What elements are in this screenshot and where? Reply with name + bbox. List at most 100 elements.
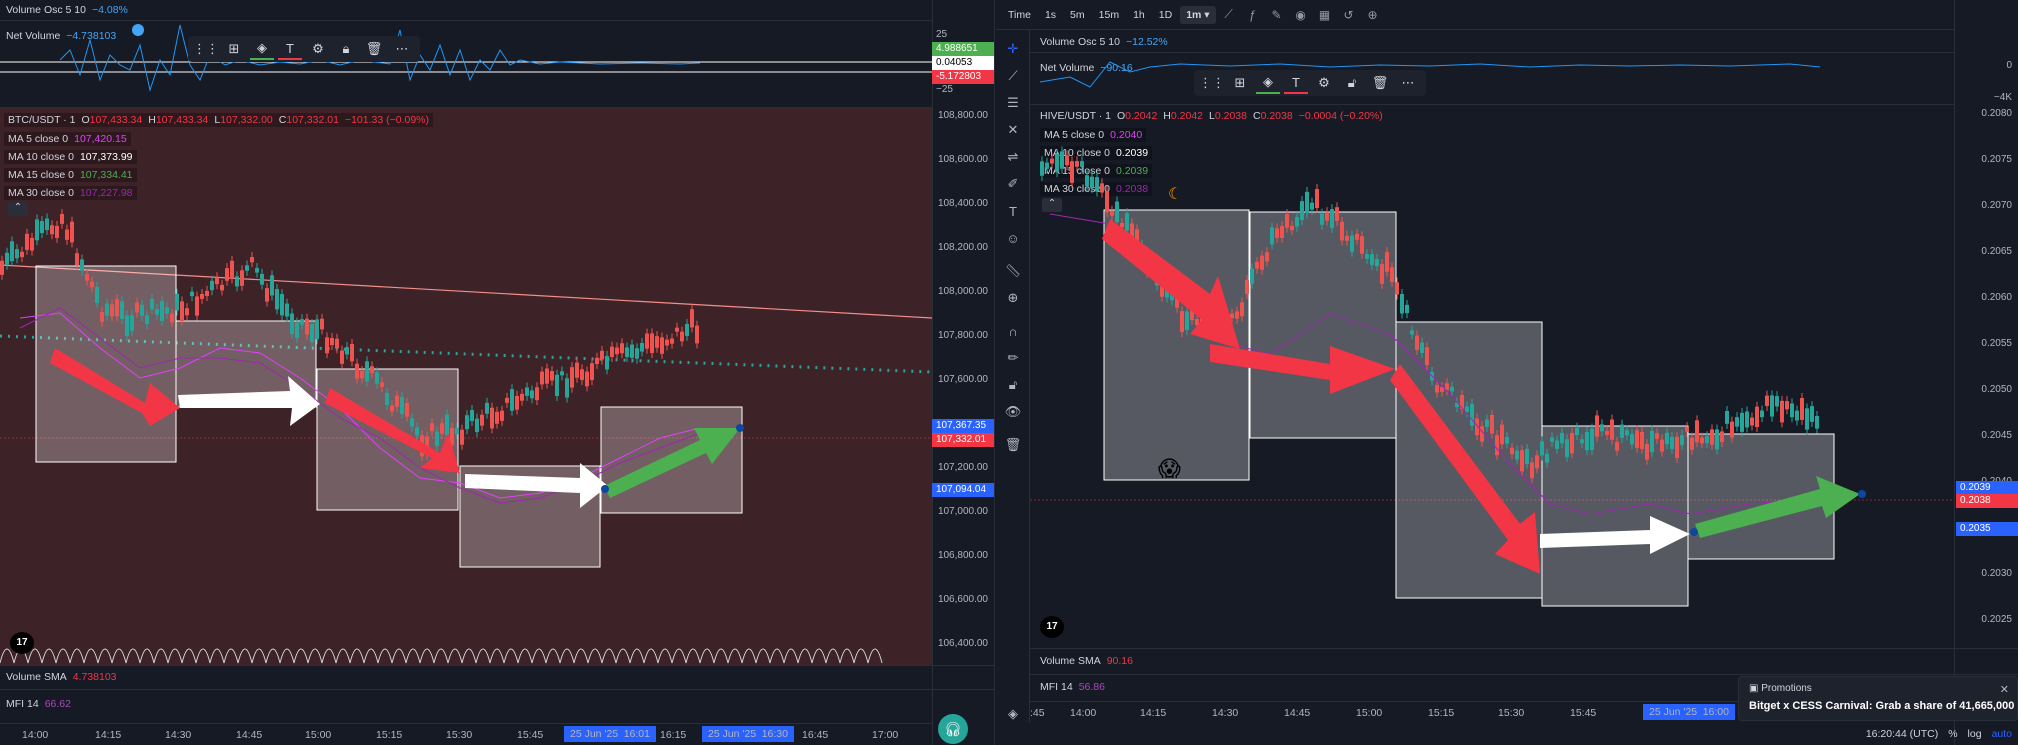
candle-body (640, 343, 644, 352)
undo-icon[interactable]: ↺ (1338, 4, 1360, 26)
candle-body (635, 348, 639, 359)
pane-divider (0, 689, 994, 690)
percent-toggle[interactable]: % (1948, 728, 1957, 740)
time-crosshair-label: 25 Jun '25 16:01 (564, 726, 656, 742)
add-icon[interactable]: ⊕ (1362, 4, 1384, 26)
log-toggle[interactable]: log (1968, 728, 1982, 740)
trash-icon[interactable]: 🗑︎ (1001, 434, 1025, 456)
candle-body (565, 378, 569, 398)
fill-color-icon[interactable]: ◈ (1256, 72, 1280, 94)
candle-body (50, 225, 54, 235)
candle-body (125, 315, 129, 337)
candle-body (1405, 304, 1409, 314)
forecast-icon[interactable]: ⇌ (1001, 146, 1025, 168)
candle-body (1555, 440, 1559, 449)
candle-body (435, 431, 439, 447)
volume-osc-legend: Volume Osc 5 10 −12.52% (1040, 36, 1168, 48)
tradingview-logo-icon[interactable]: 17 (10, 632, 34, 654)
lock-drawing-icon[interactable]: ✏︎ (1001, 347, 1025, 369)
candle-body (1330, 209, 1334, 229)
candle-body (310, 323, 314, 343)
time-axis[interactable]: 14:00 14:15 14:30 14:45 15:00 15:15 15:3… (0, 723, 932, 745)
time-crosshair-label: 25 Jun '25 16:30 (702, 726, 794, 742)
layers-icon[interactable]: ◈ (1001, 703, 1025, 725)
promotions-toast[interactable]: ▣ Promotions Bitget x CESS Carnival: Gra… (1738, 676, 2018, 721)
support-headset-icon[interactable]: 🎧︎ (938, 714, 968, 744)
price-tick-label: 0.2025 (1981, 614, 2012, 625)
net-volume-scale-label: 0 (2006, 60, 2012, 71)
lock-icon[interactable]: 🔓︎ (1001, 374, 1025, 396)
templates-icon[interactable]: ⊞ (222, 38, 246, 60)
close-icon[interactable]: ✕ (2000, 683, 2009, 696)
templates-icon[interactable]: ⊞ (1228, 72, 1252, 94)
candle-body (235, 276, 239, 287)
time-button[interactable]: Time (1002, 6, 1037, 24)
auto-toggle[interactable]: auto (1992, 728, 2012, 740)
candle-body (1710, 429, 1714, 445)
lock-icon[interactable]: 🔓︎ (1340, 72, 1364, 94)
candle-body (575, 362, 579, 378)
candle-body (595, 357, 599, 365)
trash-icon[interactable]: 🗑︎ (1368, 72, 1392, 94)
text-color-icon[interactable]: T (278, 38, 302, 60)
pattern-icon[interactable]: ✕ (1001, 119, 1025, 141)
candle-body (1505, 436, 1509, 444)
chart-type-icon[interactable]: ⟋ (1218, 4, 1240, 26)
more-icon[interactable]: ⋯ (390, 38, 414, 60)
net-volume-scale-label: 25 (936, 29, 948, 40)
candle-body (350, 343, 354, 362)
brush-icon[interactable]: ✐ (1001, 173, 1025, 195)
candle-body (1315, 189, 1319, 209)
left-chart-pane[interactable]: Volume Osc 5 10 −4.08% Net Volume −4.738… (0, 0, 995, 745)
candle-body (1755, 406, 1759, 428)
tf-5m[interactable]: 5m (1064, 6, 1091, 24)
drag-handle-icon[interactable]: ⋮⋮ (193, 38, 219, 60)
calendar-icon[interactable]: ▦ (1314, 4, 1336, 26)
net-volume-scale-label: −4K (1993, 92, 2012, 103)
candle-body (40, 221, 44, 234)
trendline-icon[interactable]: ⟋ (1001, 65, 1025, 87)
candle-body (1425, 347, 1429, 366)
settings-icon[interactable]: ⚙ (306, 38, 330, 60)
ruler-icon[interactable]: 📏︎ (1001, 260, 1025, 282)
candle-body (1760, 410, 1764, 418)
tf-1s[interactable]: 1s (1039, 6, 1062, 24)
candle-body (555, 374, 559, 397)
tf-1m-dropdown[interactable]: 1m ▾ (1180, 5, 1216, 24)
utc-clock[interactable]: 16:20:44 (UTC) (1866, 728, 1938, 740)
tf-15m[interactable]: 15m (1093, 6, 1125, 24)
zoom-in-icon[interactable]: ⊕ (1001, 287, 1025, 309)
candle-body (265, 288, 269, 302)
candle-body (110, 304, 114, 317)
fib-icon[interactable]: ☰ (1001, 92, 1025, 114)
candle-body (60, 213, 64, 224)
candle-body (15, 249, 19, 259)
more-icon[interactable]: ⋯ (1396, 72, 1420, 94)
fill-color-icon[interactable]: ◈ (250, 38, 274, 60)
candle-body (290, 313, 294, 334)
lock-icon[interactable]: 🔒︎ (334, 38, 358, 60)
indicators-icon[interactable]: ƒ (1242, 4, 1264, 26)
tf-1d[interactable]: 1D (1153, 6, 1178, 24)
candle-body (1585, 431, 1589, 451)
eye-icon[interactable]: 👁︎ (1001, 401, 1025, 423)
price-scale[interactable]: 25 4.988651 0.04053 -5.172803 −25 108,800.00… (932, 0, 994, 745)
emoji-icon[interactable]: ☺ (1001, 227, 1025, 249)
snapshot-icon[interactable]: ◉ (1290, 4, 1312, 26)
drag-handle-icon[interactable]: ⋮⋮ (1199, 72, 1225, 94)
pencil-icon[interactable]: ✎ (1266, 4, 1288, 26)
candle-body (660, 337, 664, 354)
text-color-icon[interactable]: T (1284, 72, 1308, 94)
price-scale[interactable]: 0 −4K 0.2080 0.2075 0.2070 0.2065 0.2060 0.205… (1954, 0, 2018, 745)
right-chart-pane[interactable]: Time 1s 5m 15m 1h 1D 1m ▾ ⟋ ƒ ✎ ◉ ▦ ↺ ⊕ … (996, 0, 2018, 745)
candle-body (180, 301, 184, 322)
crosshair-icon[interactable]: ✛ (1001, 38, 1025, 60)
magnet-icon[interactable]: ∩ (1001, 320, 1025, 342)
settings-icon[interactable]: ⚙ (1312, 72, 1336, 94)
candle-body (115, 299, 119, 317)
tradingview-logo-icon[interactable]: 17 (1040, 616, 1064, 638)
tf-1h[interactable]: 1h (1127, 6, 1151, 24)
text-tool-icon[interactable]: T (1001, 200, 1025, 222)
trash-icon[interactable]: 🗑︎ (362, 38, 386, 60)
promo-text[interactable]: Bitget x CESS Carnival: Grab a share of … (1749, 700, 2014, 712)
